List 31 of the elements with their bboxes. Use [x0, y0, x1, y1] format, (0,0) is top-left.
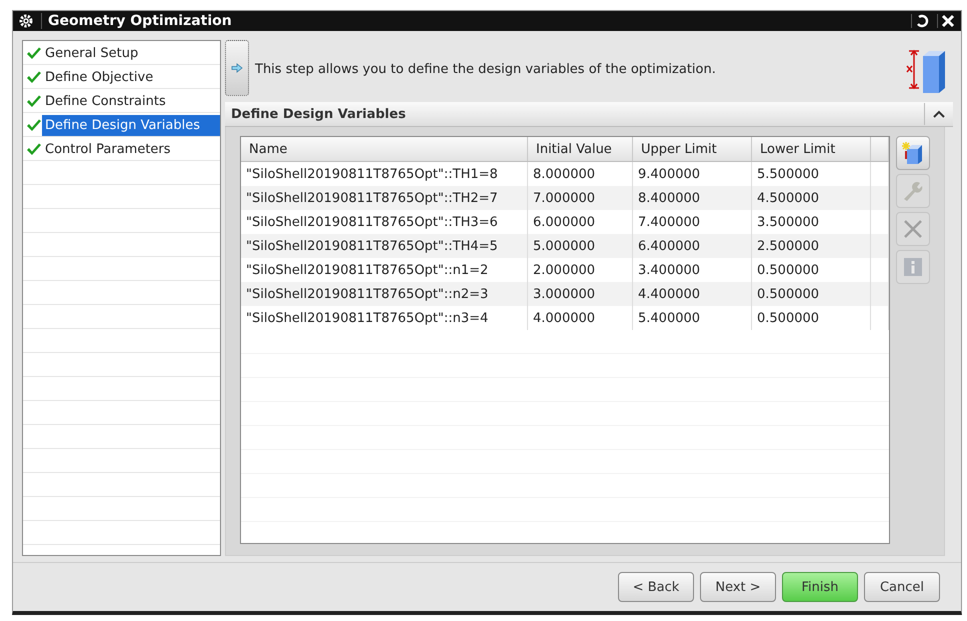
- column-header[interactable]: Initial Value: [528, 137, 633, 162]
- table-cell: 4.000000: [528, 306, 633, 330]
- section-header[interactable]: Define Design Variables: [225, 102, 953, 128]
- toolbar-button[interactable]: [896, 136, 930, 170]
- step-item[interactable]: General Setup: [23, 41, 220, 66]
- step-item[interactable]: Define Objective: [23, 65, 220, 90]
- dialog-button[interactable]: Next >: [700, 572, 776, 602]
- dialog-button[interactable]: Cancel: [864, 572, 940, 602]
- column-header[interactable]: Lower Limit: [752, 137, 871, 162]
- dialog-button[interactable]: < Back: [618, 572, 694, 602]
- gear-icon: [19, 14, 33, 28]
- finish-button[interactable]: Finish: [782, 572, 858, 602]
- check-icon: [26, 118, 42, 132]
- window-title: Geometry Optimization: [41, 13, 903, 30]
- check-icon: [26, 94, 42, 108]
- step-item[interactable]: Control Parameters: [23, 137, 220, 162]
- table-cell: "SiloShell20190811T8765Opt"::n3=4: [241, 306, 528, 330]
- table-cell: 0.500000: [752, 306, 871, 330]
- step-description: This step allows you to define the design variables of the optimization.: [255, 62, 717, 77]
- check-icon: [26, 70, 42, 84]
- table-cell: 5.400000: [633, 306, 752, 330]
- column-header[interactable]: Name: [241, 137, 528, 162]
- sparkle-block-icon: [901, 141, 925, 166]
- arrow-icon: [231, 63, 243, 74]
- step-item[interactable]: Define Constraints: [23, 89, 220, 114]
- check-icon: [26, 142, 42, 156]
- check-icon: [26, 46, 42, 60]
- close-icon[interactable]: [937, 14, 955, 28]
- reset-icon[interactable]: [911, 14, 929, 28]
- step-arrow-button[interactable]: [225, 40, 249, 96]
- column-header[interactable]: Upper Limit: [633, 137, 752, 162]
